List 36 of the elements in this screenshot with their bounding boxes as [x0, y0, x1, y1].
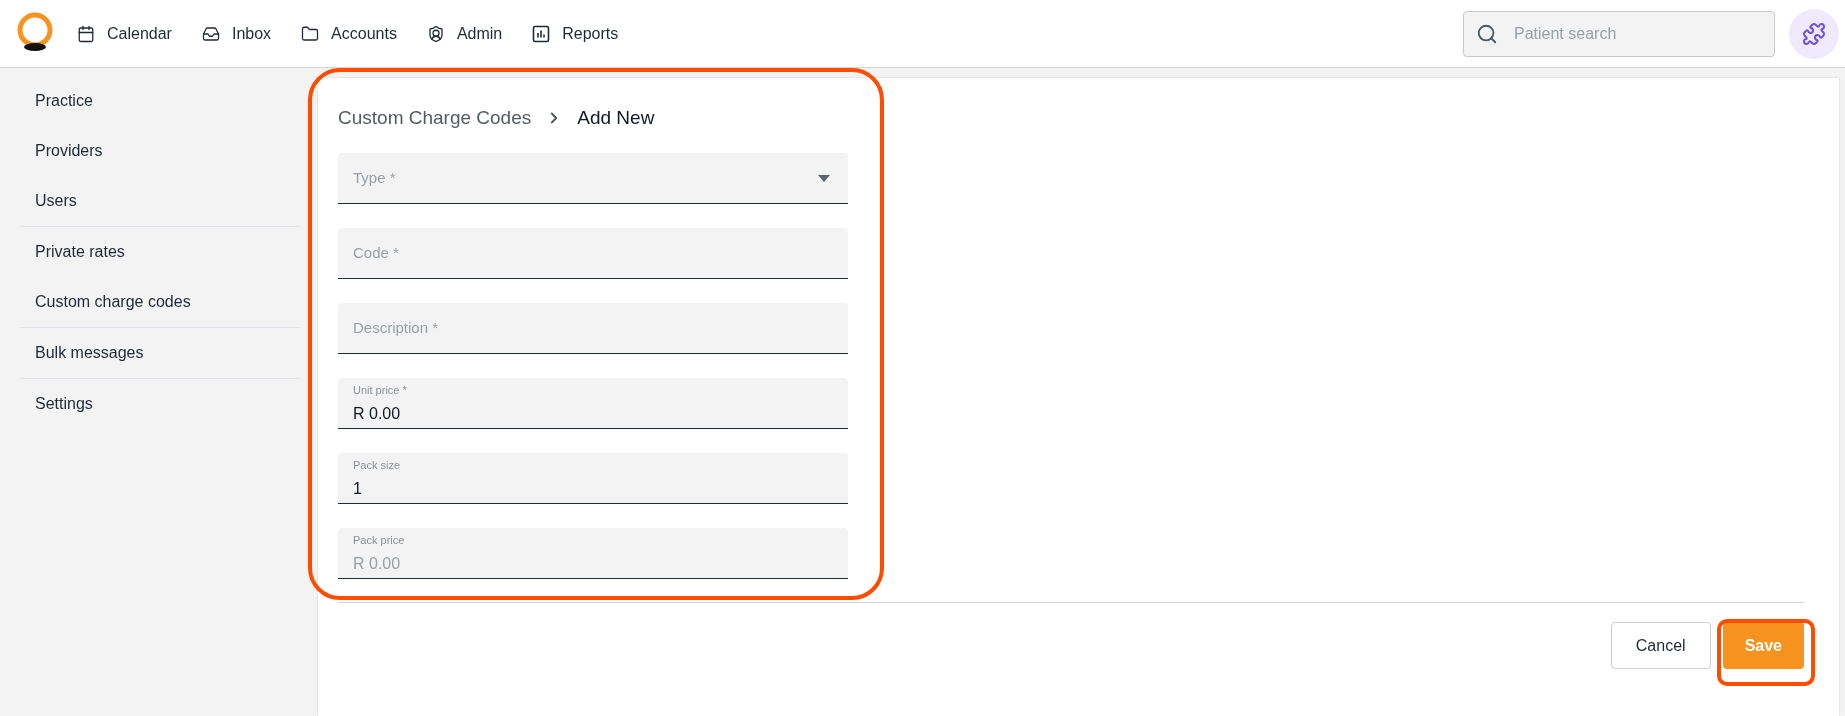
nav-link[interactable]: Accounts — [301, 21, 397, 46]
sidebar-item[interactable]: Practice — [20, 76, 300, 126]
shield-user-icon — [426, 24, 445, 43]
search-field[interactable]: Patient search — [1463, 10, 1775, 57]
field-value: 1 — [353, 479, 363, 499]
field-label: Description * — [353, 317, 439, 338]
field-label: Pack size — [353, 458, 401, 472]
bar-chart-icon — [532, 24, 551, 43]
field-value: R 0.00 — [353, 404, 402, 424]
sidebar-item[interactable]: Private rates — [20, 227, 300, 277]
cancel-button[interactable]: Cancel — [1610, 622, 1711, 669]
sidebar-item[interactable]: Custom charge codes — [20, 277, 300, 327]
puzzle-icon — [1802, 21, 1826, 46]
nav-link[interactable]: Inbox — [201, 21, 272, 46]
field-label: Type * — [353, 167, 396, 188]
sidebar-item[interactable]: Bulk messages — [20, 328, 300, 378]
extensions-button[interactable] — [1789, 8, 1839, 59]
field-placeholder: R 0.00 — [353, 554, 402, 574]
nav-link[interactable]: Calendar — [77, 21, 172, 46]
field-label: Pack price — [353, 533, 405, 547]
input-field[interactable]: Pack size 1 — [338, 453, 848, 504]
field-label: Unit price * — [353, 383, 407, 397]
inbox-icon — [201, 24, 220, 43]
sidebar-item[interactable]: Users — [20, 176, 300, 226]
nav-link[interactable]: Admin — [426, 21, 503, 46]
dropdown-caret-icon — [818, 175, 830, 182]
input-field[interactable]: Unit price * R 0.00 — [338, 378, 848, 429]
field-label: Code * — [353, 242, 399, 263]
sidebar-item[interactable]: Settings — [20, 379, 300, 429]
breadcrumb-link[interactable]: Custom Charge Codes — [338, 103, 532, 133]
breadcrumb-current: Add New — [577, 105, 655, 130]
calendar-icon — [77, 24, 95, 43]
search-icon — [1476, 22, 1498, 45]
sidebar-item[interactable]: Providers — [20, 126, 300, 176]
nav-link[interactable]: Reports — [532, 21, 619, 46]
folder-icon — [301, 24, 320, 43]
